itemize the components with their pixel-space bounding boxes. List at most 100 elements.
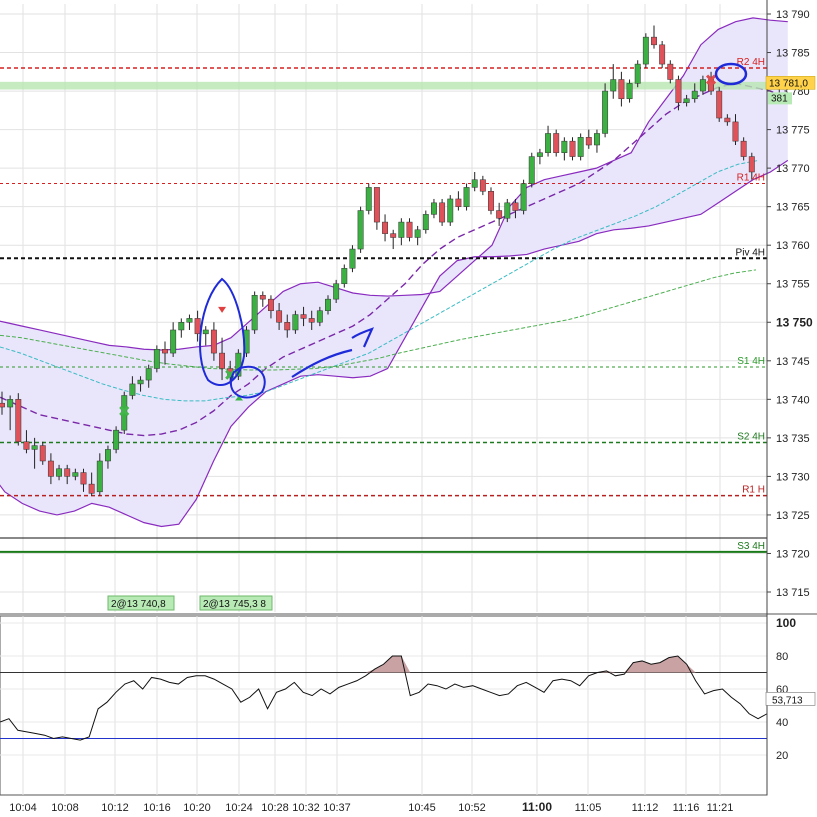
- candle-body: [488, 191, 494, 211]
- pivot-level-label: R1 H: [742, 485, 765, 496]
- candle-body: [72, 472, 79, 477]
- candle-body: [479, 179, 486, 192]
- y-tick-label: 13 755: [776, 279, 810, 291]
- candle-body: [651, 36, 657, 46]
- x-tick-label: 10:04: [9, 802, 37, 814]
- candle-body: [659, 44, 666, 65]
- candle-body: [113, 429, 120, 450]
- x-tick-label: 11:00: [522, 800, 552, 814]
- candle-body: [325, 298, 331, 311]
- x-tick-label: 10:45: [408, 802, 436, 814]
- x-tick-label: 11:05: [575, 802, 602, 814]
- candle-body: [748, 156, 755, 173]
- pivot-level-label: Piv 4H: [736, 247, 765, 258]
- candle-body: [382, 221, 389, 234]
- candle-body: [202, 329, 209, 335]
- candle-body: [357, 210, 364, 250]
- candle-body: [463, 187, 470, 207]
- candle-body: [268, 298, 274, 311]
- osc-y-tick-label: 80: [776, 651, 788, 663]
- x-tick-label: 10:08: [51, 802, 79, 814]
- candle-body: [31, 445, 38, 450]
- candle-body: [186, 318, 193, 323]
- candle-body: [610, 79, 617, 92]
- y-tick-label: 13 760: [776, 240, 810, 252]
- candle-body: [602, 90, 609, 134]
- candle-body: [129, 383, 136, 396]
- candle-body: [561, 140, 568, 153]
- candle-body: [210, 329, 217, 354]
- x-tick-label: 10:32: [292, 802, 320, 814]
- candle-body: [528, 156, 535, 184]
- pivot-level-label: S1 4H: [737, 356, 765, 367]
- candle-body: [105, 449, 111, 462]
- osc-value-label: 53,713: [772, 695, 803, 706]
- y-tick-label: 13 770: [776, 163, 810, 175]
- candle-body: [15, 399, 22, 442]
- candle-body: [569, 140, 576, 157]
- candle-body: [7, 399, 14, 408]
- y-tick-label: 13 720: [776, 548, 810, 560]
- x-tick-label: 10:12: [101, 802, 129, 814]
- candle-body: [634, 63, 641, 84]
- candle-body: [259, 295, 266, 300]
- candle-body: [512, 202, 519, 211]
- candle-body: [447, 198, 454, 223]
- candle-body: [341, 268, 348, 284]
- candle-body: [455, 198, 462, 207]
- candle-body: [406, 221, 413, 238]
- candle-body: [365, 187, 372, 211]
- candle-body: [422, 214, 429, 231]
- y-tick-label: 13 730: [776, 471, 810, 483]
- y-tick-label: 13 725: [776, 510, 810, 522]
- candle-body: [536, 152, 543, 157]
- candle-body: [553, 133, 560, 153]
- x-tick-label: 11:21: [707, 802, 734, 814]
- x-tick-label: 10:37: [323, 802, 351, 814]
- candle-body: [145, 368, 152, 381]
- candle-body: [333, 283, 340, 300]
- y-tick-label: 13 750: [776, 315, 813, 329]
- candle-body: [724, 117, 731, 123]
- candle-body: [683, 98, 690, 103]
- x-tick-label: 10:28: [261, 802, 289, 814]
- osc-y-tick-label: 100: [776, 616, 796, 630]
- band-value-label: 381: [771, 93, 788, 104]
- candle-body: [308, 318, 315, 323]
- candle-body: [47, 460, 54, 477]
- candle-body: [732, 121, 739, 142]
- candle-body: [642, 36, 649, 65]
- y-tick-label: 13 775: [776, 125, 810, 137]
- candle-body: [716, 90, 723, 119]
- candle-body: [626, 83, 633, 100]
- candle-body: [316, 310, 323, 323]
- candle-body: [504, 202, 511, 219]
- candle-body: [88, 483, 95, 494]
- candle-body: [577, 137, 584, 157]
- y-tick-label: 13 745: [776, 356, 810, 368]
- candle-body: [80, 472, 87, 485]
- price-zone-band: [0, 81, 767, 90]
- last-price-label: 13 781,0: [769, 78, 808, 89]
- y-tick-label: 13 735: [776, 433, 810, 445]
- trading-chart: R2 4HR1 4HPiv 4HS1 4HS2 4HR1 HS3 4H 2@13…: [0, 0, 817, 817]
- candle-body: [520, 183, 527, 211]
- x-tick-label: 10:24: [225, 802, 253, 814]
- osc-y-tick-label: 40: [776, 717, 788, 729]
- candle-body: [300, 314, 307, 319]
- trade-box-label: 2@13 740,8: [111, 599, 166, 610]
- candle-body: [56, 468, 62, 477]
- candle-body: [349, 248, 356, 269]
- candle-body: [178, 322, 185, 331]
- candle-body: [39, 445, 46, 462]
- candle-body: [594, 133, 600, 146]
- candle-body: [545, 133, 551, 153]
- x-tick-label: 11:16: [673, 802, 700, 814]
- y-tick-label: 13 740: [776, 394, 810, 406]
- candle-body: [96, 460, 103, 493]
- candle-body: [691, 90, 698, 100]
- candle-body: [675, 79, 682, 103]
- candle-body: [219, 352, 226, 369]
- candle-body: [699, 79, 706, 92]
- candle-body: [276, 310, 283, 323]
